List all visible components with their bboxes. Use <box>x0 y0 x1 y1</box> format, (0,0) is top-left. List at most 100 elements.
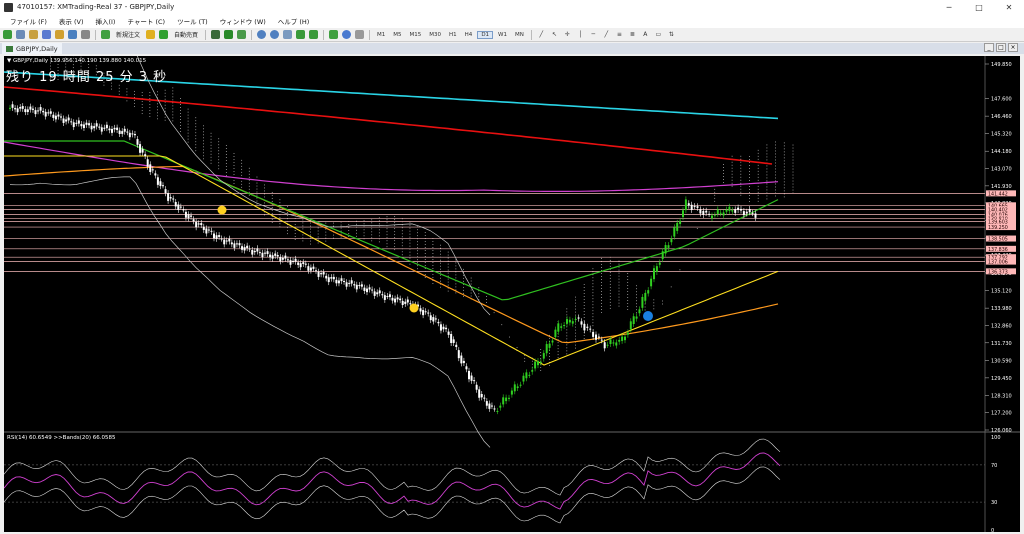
candle-body <box>499 406 501 408</box>
timeframe-h1[interactable]: H1 <box>446 32 460 38</box>
candle-body <box>200 223 202 225</box>
cloud-dot <box>723 176 724 177</box>
auto-scroll-icon[interactable] <box>295 29 306 40</box>
toolbar-separator <box>205 30 206 40</box>
cloud-dot <box>249 189 250 190</box>
strategy-tester-icon[interactable] <box>80 29 91 40</box>
vertical-line-icon[interactable]: │ <box>575 29 586 40</box>
crosshair-icon[interactable]: ✛ <box>562 29 573 40</box>
menu-help[interactable]: ヘルプ (H) <box>272 16 316 26</box>
chart-tab[interactable]: GBPJPY,Daily <box>2 43 62 54</box>
timeframe-w1[interactable]: W1 <box>495 32 510 38</box>
menu-chart[interactable]: チャート (C) <box>121 16 171 26</box>
cloud-dot <box>619 285 620 286</box>
chart-restore-button[interactable]: □ <box>996 43 1006 52</box>
candle-body <box>502 397 504 404</box>
candle-body <box>483 398 485 399</box>
cloud-dot <box>610 305 611 306</box>
text-tool-icon[interactable]: A <box>640 29 651 40</box>
cloud-dot <box>767 181 768 182</box>
chart-shift-icon[interactable] <box>308 29 319 40</box>
profiles-icon[interactable] <box>15 29 26 40</box>
channel-icon[interactable]: ≡ <box>614 29 625 40</box>
cloud-dot <box>455 278 456 279</box>
timeframe-mn[interactable]: MN <box>512 32 527 38</box>
minimize-button[interactable]: ─ <box>934 0 964 14</box>
chart-minimize-button[interactable]: _ <box>984 43 994 52</box>
horizontal-line-icon[interactable]: ─ <box>588 29 599 40</box>
menu-tools[interactable]: ツール (T) <box>171 16 214 26</box>
cloud-dot <box>749 201 750 202</box>
cloud-dot <box>157 112 158 113</box>
cloud-dot <box>653 302 654 303</box>
cloud-dot <box>127 100 128 101</box>
candle-body <box>471 376 473 381</box>
candle-body <box>328 277 330 282</box>
menu-insert[interactable]: 挿入(I) <box>89 16 121 26</box>
cloud-dot <box>540 358 541 359</box>
line-tool-icon[interactable]: ╱ <box>536 29 547 40</box>
candle-body <box>282 258 284 260</box>
auto-trade-icon[interactable] <box>158 29 169 40</box>
bar-chart-icon[interactable] <box>210 29 221 40</box>
cloud-dot <box>653 305 654 306</box>
zoom-out-icon[interactable] <box>269 29 280 40</box>
cloud-dot <box>455 293 456 294</box>
timeframe-m5[interactable]: M5 <box>390 32 404 38</box>
metaeditor-icon[interactable] <box>145 29 156 40</box>
cloud-dot <box>387 222 388 223</box>
terminal-icon[interactable] <box>67 29 78 40</box>
cloud-dot <box>549 338 550 339</box>
menu-view[interactable]: 表示 (V) <box>53 16 90 26</box>
close-button[interactable]: ✕ <box>994 0 1024 14</box>
menu-window[interactable]: ウィンドウ (W) <box>214 16 272 26</box>
timeframe-m30[interactable]: M30 <box>426 32 444 38</box>
market-watch-icon[interactable] <box>28 29 39 40</box>
candle-body <box>310 268 312 271</box>
trendline-icon[interactable]: ╱ <box>601 29 612 40</box>
timeframe-m15[interactable]: M15 <box>407 32 425 38</box>
cloud-dot <box>440 272 441 273</box>
candle-body <box>50 111 52 113</box>
navigator-icon[interactable] <box>54 29 65 40</box>
indicators-icon[interactable] <box>328 29 339 40</box>
chart-close-button[interactable]: × <box>1008 43 1018 52</box>
menu-file[interactable]: ファイル (F) <box>4 16 53 26</box>
new-chart-icon[interactable] <box>2 29 13 40</box>
timeframe-m1[interactable]: M1 <box>374 32 388 38</box>
auto-trade-button[interactable]: 自動売買 <box>171 30 201 39</box>
price-chart[interactable]: 149.850147.600146.460145.320144.180143.0… <box>4 56 1020 532</box>
cloud-dot <box>767 166 768 167</box>
chart-window[interactable]: 149.850147.600146.460145.320144.180143.0… <box>4 56 1020 532</box>
templates-icon[interactable] <box>354 29 365 40</box>
tile-windows-icon[interactable] <box>282 29 293 40</box>
zoom-in-icon[interactable] <box>256 29 267 40</box>
cloud-dot <box>758 156 759 157</box>
candle-body <box>592 332 594 337</box>
cloud-dot <box>157 91 158 92</box>
maximize-button[interactable]: □ <box>964 0 994 14</box>
candlestick-icon[interactable] <box>223 29 234 40</box>
cloud-dot <box>234 171 235 172</box>
timeframe-h4[interactable]: H4 <box>462 32 476 38</box>
cloud-dot <box>601 279 602 280</box>
candle-body <box>737 208 739 210</box>
cloud-dot <box>767 151 768 152</box>
new-order-button[interactable]: 新規注文 <box>113 30 143 39</box>
cloud-dot <box>540 355 541 356</box>
timeframe-d1[interactable]: D1 <box>477 31 493 39</box>
toolbar-separator <box>251 30 252 40</box>
fibonacci-icon[interactable]: ≣ <box>627 29 638 40</box>
cursor-icon[interactable]: ↖ <box>549 29 560 40</box>
data-window-icon[interactable] <box>41 29 52 40</box>
cloud-dot <box>448 264 449 265</box>
new-order-icon[interactable] <box>100 29 111 40</box>
candle-body <box>9 108 11 109</box>
candle-body <box>139 144 141 153</box>
arrows-tool-icon[interactable]: ⇅ <box>666 29 677 40</box>
label-tool-icon[interactable]: ▭ <box>653 29 664 40</box>
candle-body <box>399 299 401 301</box>
periods-icon[interactable] <box>341 29 352 40</box>
cloud-dot <box>593 286 594 287</box>
line-chart-icon[interactable] <box>236 29 247 40</box>
